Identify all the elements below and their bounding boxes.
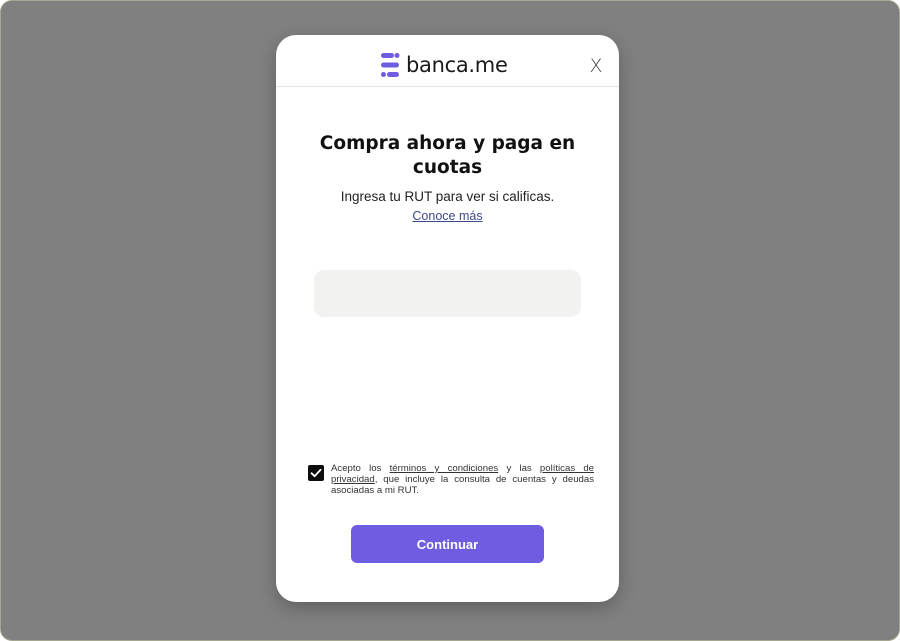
close-button[interactable]: X	[586, 55, 606, 77]
consent-checkbox[interactable]	[308, 465, 324, 481]
learn-more-link[interactable]: Conoce más	[296, 209, 599, 223]
consent-prefix: Acepto los	[331, 463, 390, 474]
brand-name: banca.me	[406, 53, 508, 77]
brand-logo: banca.me	[380, 50, 508, 80]
rut-modal: banca.me X Compra ahora y paga en cuotas…	[276, 35, 619, 602]
modal-header: banca.me X	[276, 35, 619, 87]
checkmark-icon	[310, 468, 322, 478]
continue-button[interactable]: Continuar	[351, 525, 544, 563]
terms-link[interactable]: términos y condiciones	[390, 463, 499, 474]
modal-subtitle: Ingresa tu RUT para ver si calificas.	[340, 189, 555, 204]
rut-input[interactable]	[314, 270, 581, 317]
consent-text: Acepto los términos y condiciones y las …	[331, 463, 594, 496]
modal-title: Compra ahora y paga en cuotas	[319, 133, 576, 178]
consent-middle: y las	[498, 463, 540, 474]
banca-me-logo-icon	[380, 52, 400, 78]
